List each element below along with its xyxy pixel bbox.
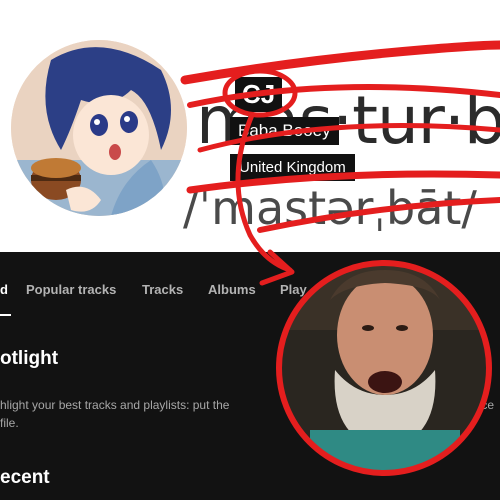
reaction-photo (281, 265, 487, 471)
scribble-stroke (257, 197, 500, 233)
annotation-overlay (180, 40, 500, 476)
scribble-stroke (187, 84, 500, 108)
scribble-stroke (180, 40, 500, 85)
